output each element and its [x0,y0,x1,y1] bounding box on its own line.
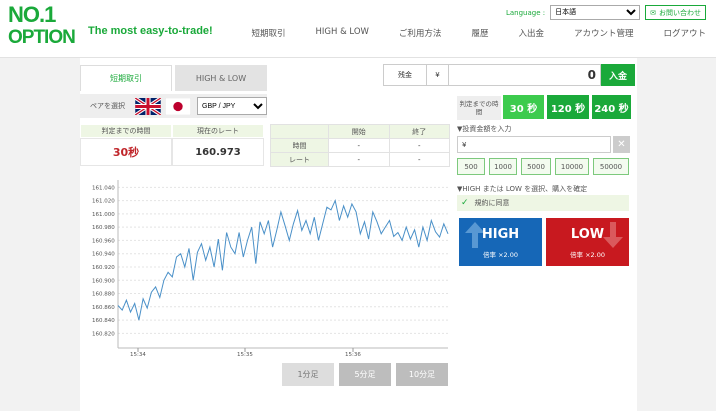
nav-short-term[interactable]: 短期取引 [236,27,300,39]
amount-label: ▼投資金額を入力 [457,125,512,133]
header: NO.1 OPTION The most easy-to-trade! Lang… [0,0,716,58]
price-line [117,199,449,321]
nav-logout[interactable]: ログアウト [648,27,706,39]
countdown-value: 30秒 [80,138,172,166]
contact-label: お問い合わせ [659,8,701,17]
y-tick-label: 160.980 [92,225,115,231]
low-payout: 倍率 ×2.00 [570,251,605,259]
mail-icon: ✉ [650,8,656,17]
balance-bar: 残金 ¥ 0 入金 [383,64,635,86]
time-remaining-label: 判定までの時間 [80,124,172,138]
clear-amount-button[interactable]: ✕ [613,136,630,153]
high-button[interactable]: HIGH 倍率 ×2.00 [459,218,542,266]
stats-box: 判定までの時間 現在のレート 30秒 160.973 [80,124,264,166]
check-icon: ✓ [461,198,469,208]
amount-input[interactable]: ¥ [457,136,611,153]
order-table: 開始 終了 時間 - - レート - - [270,124,450,167]
y-tick-label: 161.040 [92,185,115,191]
y-tick-label: 160.880 [92,292,115,298]
balance-value: 0 [449,64,601,86]
language-label: Language : [505,8,546,17]
table-row: 時間 - - [270,138,450,153]
high-payout: 倍率 ×2.00 [483,251,518,259]
y-tick-label: 160.860 [92,305,115,311]
pair-select[interactable]: GBP / JPY [197,97,267,115]
tab-high-low[interactable]: HIGH & LOW [175,65,267,91]
amount-presets: 500 1000 5000 10000 50000 [457,158,629,175]
high-low-instruction: ▼HIGH または LOW を選択、購入を確定 [457,185,588,193]
top-links: Language : 日本語 ✉ お問い合わせ [506,5,706,20]
tagline: The most easy-to-trade! [88,25,213,37]
amount-currency: ¥ [462,140,467,149]
preset-500-button[interactable]: 500 [457,158,485,175]
y-tick-label: 160.900 [92,278,115,284]
uk-flag-icon [135,97,161,115]
start-rate-value: - [328,152,390,167]
x-tick-label: 15:34 [130,352,146,358]
y-tick-label: 160.820 [92,331,115,337]
y-tick-label: 160.920 [92,265,115,271]
period-10min-button[interactable]: 10分足 [396,363,448,386]
low-label: LOW [570,227,605,242]
price-chart-svg: 161.040 161.020 161.000 160.980 160.960 160.9… [92,180,449,358]
table-row: レート - - [270,152,450,167]
nav-account[interactable]: アカウント管理 [559,27,649,39]
y-tick-label: 160.840 [92,318,115,324]
current-rate-value: 160.973 [172,138,264,166]
balance-currency: ¥ [427,64,449,86]
agree-terms-checkbox[interactable]: ✓ 規約に同意 [457,195,629,211]
end-rate-value: - [388,152,450,167]
start-time-value: - [328,138,390,153]
y-tick-label: 160.960 [92,238,115,244]
period-5min-button[interactable]: 5分足 [339,363,391,386]
contact-link[interactable]: ✉ お問い合わせ [645,5,706,20]
nav-deposit[interactable]: 入出金 [503,27,559,39]
logo-line2: OPTION [8,27,76,48]
order-header-empty [270,124,329,139]
preset-1000-button[interactable]: 1000 [489,158,517,175]
period-buttons: 1分足 5分足 10分足 [282,363,448,386]
current-rate-label: 現在のレート [172,124,264,138]
tab-short-term[interactable]: 短期取引 [80,65,172,91]
order-table-header: 開始 終了 [270,124,450,139]
price-chart: 161.040 161.020 161.000 160.980 160.960 160.9… [80,176,450,358]
main-area: 短期取引 HIGH & LOW 残金 ¥ 0 入金 ペアを選択 GBP / JP… [0,58,716,411]
time-30s-button[interactable]: 30 秒 [503,95,544,119]
nav-guide[interactable]: ご利用方法 [384,27,457,39]
row-label-time: 時間 [270,138,329,153]
main-nav: 短期取引 HIGH & LOW ご利用方法 履歴 入出金 アカウント管理 ログア… [236,27,706,39]
x-tick-label: 15:35 [237,352,253,358]
logo-line1: NO.1 [8,2,56,27]
agree-label: 規約に同意 [474,199,510,207]
language-select[interactable]: 日本語 [550,5,641,20]
time-120s-button[interactable]: 120 秒 [547,95,589,119]
order-header-end: 終了 [388,124,450,139]
y-tick-label: 161.000 [92,212,115,218]
deposit-button[interactable]: 入金 [601,64,635,86]
nav-high-low[interactable]: HIGH & LOW [300,27,383,39]
y-tick-label: 161.020 [92,199,115,205]
row-label-rate: レート [270,152,329,167]
logo[interactable]: NO.1 OPTION [8,4,86,50]
preset-5000-button[interactable]: 5000 [521,158,551,175]
pair-label: ペアを選択 [90,102,125,110]
high-label: HIGH [481,227,520,242]
time-240s-button[interactable]: 240 秒 [592,95,631,119]
x-tick-label: 15:36 [345,352,361,358]
pair-selector: ペアを選択 GBP / JPY [80,94,267,118]
y-tick-label: 160.940 [92,252,115,258]
nav-history[interactable]: 履歴 [456,27,503,39]
expiry-time-label: 判定までの時間 [457,96,501,120]
preset-50000-button[interactable]: 50000 [593,158,629,175]
end-time-value: - [388,138,450,153]
preset-10000-button[interactable]: 10000 [555,158,589,175]
balance-label: 残金 [383,64,427,86]
order-header-start: 開始 [328,124,390,139]
japan-flag-icon [165,97,191,115]
period-1min-button[interactable]: 1分足 [282,363,334,386]
low-button[interactable]: LOW 倍率 ×2.00 [546,218,629,266]
